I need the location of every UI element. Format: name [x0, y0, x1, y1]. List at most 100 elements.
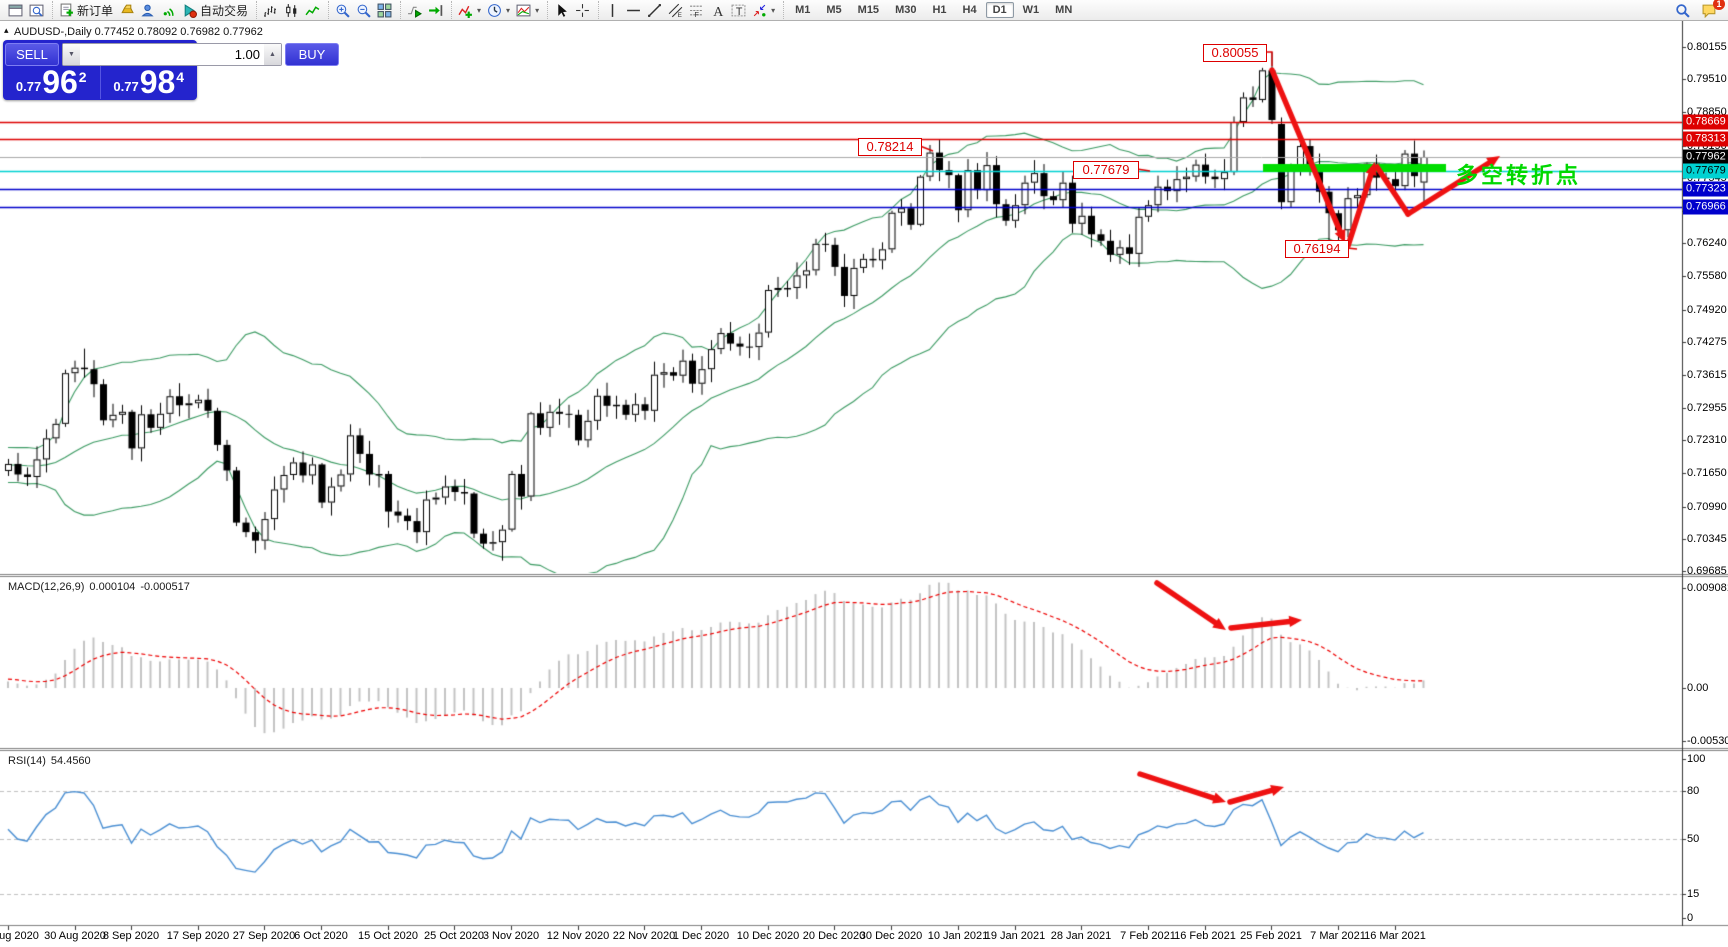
label-icon[interactable]: T [728, 2, 749, 19]
date-label: 25 Oct 2020 [424, 930, 484, 942]
time-axis[interactable]: 20 Aug 202030 Aug 20208 Sep 202017 Sep 2… [0, 926, 1682, 947]
timeframe-m5[interactable]: M5 [819, 2, 848, 18]
toolbar-group [328, 1, 398, 19]
chart-shift-icon[interactable] [425, 2, 446, 19]
line-chart-icon [305, 3, 320, 18]
rsi-tick-label: 15 [1687, 888, 1699, 900]
timeframe-h1[interactable]: H1 [925, 2, 953, 18]
svg-text:A: A [713, 4, 723, 17]
price-callout[interactable]: 0.76194 [1285, 240, 1349, 258]
community-icon[interactable] [137, 2, 158, 19]
price-badge: 0.77679 [1683, 164, 1728, 179]
price-tick-label: 0.79510 [1687, 73, 1727, 85]
line-chart-icon[interactable] [302, 2, 323, 19]
dropdown-caret-icon[interactable]: ▾ [506, 6, 510, 15]
price-tick-label: 0.74275 [1687, 336, 1727, 348]
date-label: 20 Aug 2020 [0, 930, 39, 942]
cursor-icon[interactable] [551, 2, 572, 19]
one-click-collapse-arrow[interactable]: ▴ [4, 25, 9, 36]
date-label: 7 Mar 2021 [1310, 930, 1366, 942]
timeframe-w1[interactable]: W1 [1016, 2, 1047, 18]
zoom-out-icon[interactable] [353, 2, 374, 19]
volume-stepper: ▼ ▲ [62, 43, 282, 66]
channel-icon[interactable]: E [665, 2, 686, 19]
shapes-icon [752, 3, 767, 18]
buy-button[interactable]: BUY [285, 43, 339, 66]
sell-price-big: 96 [42, 67, 78, 97]
zoom-in-icon [335, 3, 350, 18]
trendline-icon [647, 3, 662, 18]
horizontal-line-icon[interactable] [623, 2, 644, 19]
timeframe-h4[interactable]: H4 [956, 2, 984, 18]
autotrading-icon[interactable]: 自动交易 [179, 1, 251, 20]
macd-signal-value: -0.000517 [140, 581, 190, 593]
timeframe-m15[interactable]: M15 [851, 2, 886, 18]
new-order-icon-label: 新订单 [77, 2, 113, 19]
date-label: 12 Nov 2020 [547, 930, 609, 942]
new-order-icon[interactable]: 新订单 [56, 1, 116, 20]
new-chart-icon[interactable] [5, 2, 26, 19]
price-callout[interactable]: 0.77679 [1073, 161, 1139, 179]
symbol-ohlc-line: AUDUSD-,Daily 0.77452 0.78092 0.76982 0.… [14, 26, 263, 38]
rsi-value: 54.4560 [51, 755, 91, 767]
timeframe-group: M1M5M15M30H1H4D1W1MN [783, 1, 1083, 19]
signals-icon[interactable] [158, 2, 179, 19]
vertical-line-icon[interactable] [602, 2, 623, 19]
annotation-text[interactable]: 多空转折点 [1456, 158, 1581, 190]
indicators-icon[interactable]: ▾ [455, 2, 484, 19]
autotrading-icon [182, 3, 197, 18]
timeframe-mn[interactable]: MN [1048, 2, 1079, 18]
toolbar-group: 新订单 自动交易 [52, 1, 254, 19]
price-callout[interactable]: 0.78214 [858, 138, 922, 156]
price-tick-label: 0.72955 [1687, 402, 1727, 414]
price-callout[interactable]: 0.80055 [1203, 44, 1267, 62]
auto-scroll-icon[interactable] [404, 2, 425, 19]
label-icon: T [731, 3, 746, 18]
bar-chart-icon [263, 3, 278, 18]
text-icon[interactable]: A [707, 2, 728, 19]
periods-icon[interactable]: ▾ [484, 2, 513, 19]
sell-price[interactable]: 0.77 96 2 [3, 66, 101, 99]
shapes-icon[interactable]: ▾ [749, 2, 778, 19]
crosshair-icon[interactable] [572, 2, 593, 19]
buy-price-sup: 4 [176, 69, 184, 85]
price-tick-label: 0.72310 [1687, 434, 1727, 446]
volume-decrease-button[interactable]: ▼ [63, 44, 80, 65]
toolbar: 新订单 自动交易 ▾ ▾ ▾ EFAT ▾ M1M5M15M30H1H4D1W1MN 1 [0, 0, 1728, 21]
fibonacci-icon[interactable]: F [686, 2, 707, 19]
buy-price-big: 98 [140, 67, 176, 97]
macd-name: MACD(12,26,9) [8, 581, 84, 593]
tile-windows-icon[interactable] [374, 2, 395, 19]
sell-price-sup: 2 [79, 69, 87, 85]
macd-label: MACD(12,26,9)0.000104-0.000517 [8, 581, 195, 593]
dropdown-caret-icon[interactable]: ▾ [477, 6, 481, 15]
notifications-icon[interactable]: 1 [1699, 2, 1720, 19]
templates-icon[interactable]: ▾ [513, 2, 542, 19]
dropdown-caret-icon[interactable]: ▾ [771, 6, 775, 15]
volume-input[interactable] [80, 44, 264, 65]
profiles-icon[interactable] [26, 2, 47, 19]
toolbar-group [400, 1, 449, 19]
volume-increase-button[interactable]: ▲ [264, 44, 281, 65]
buy-price[interactable]: 0.77 98 4 [101, 66, 198, 99]
dropdown-caret-icon[interactable]: ▾ [535, 6, 539, 15]
timeframe-m30[interactable]: M30 [888, 2, 923, 18]
timeframe-m1[interactable]: M1 [788, 2, 817, 18]
date-label: 3 Nov 2020 [483, 930, 539, 942]
timeframe-d1[interactable]: D1 [986, 2, 1014, 18]
toolbar-group: ▾ ▾ ▾ [451, 1, 545, 19]
channel-icon: E [668, 3, 683, 18]
bar-chart-icon[interactable] [260, 2, 281, 19]
zoom-in-icon[interactable] [332, 2, 353, 19]
date-label: 16 Feb 2021 [1174, 930, 1236, 942]
search-icon[interactable] [1672, 2, 1693, 19]
indicators-icon [458, 3, 473, 18]
price-tick-label: 0.71650 [1687, 467, 1727, 479]
toolbar-group [256, 1, 326, 19]
fibonacci-icon: F [689, 3, 704, 18]
sell-button[interactable]: SELL [5, 43, 59, 66]
deposit-icon[interactable] [116, 2, 137, 19]
chart-shift-icon [428, 3, 443, 18]
trendline-icon[interactable] [644, 2, 665, 19]
candlestick-chart-icon[interactable] [281, 2, 302, 19]
